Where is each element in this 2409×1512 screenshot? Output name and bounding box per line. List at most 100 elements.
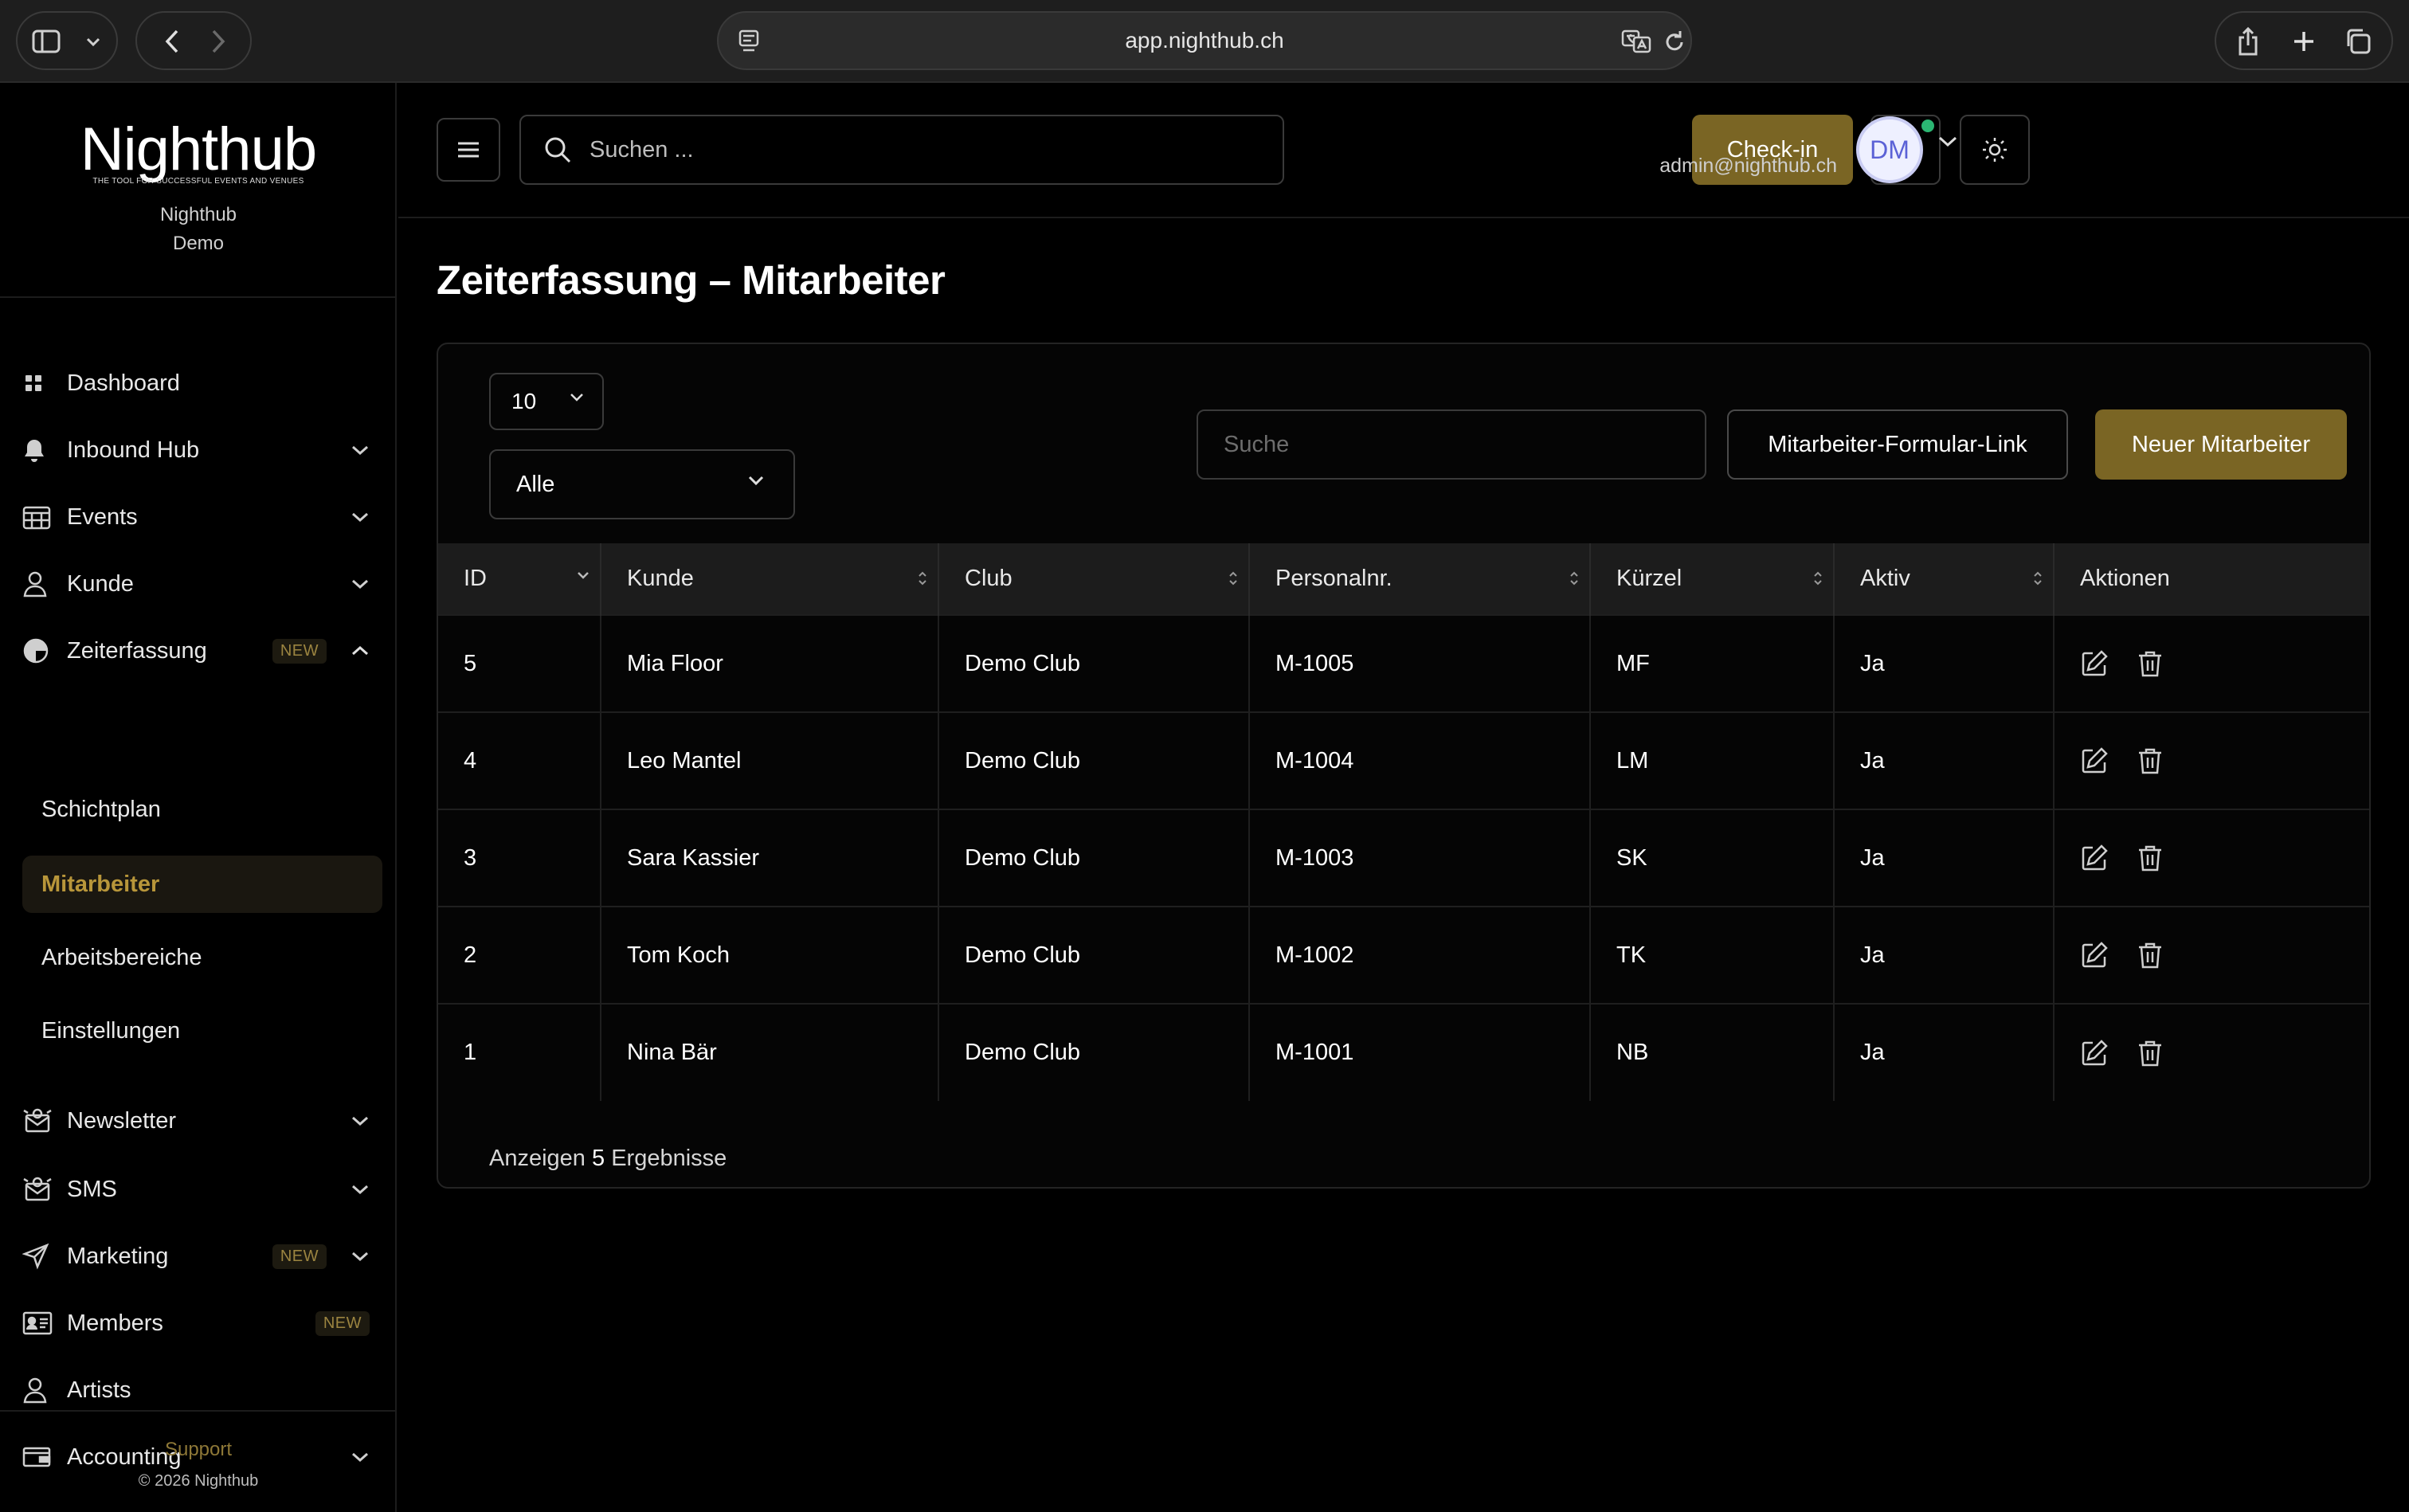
cell-id: 3	[438, 809, 601, 907]
sidebar-item-marketing[interactable]: Marketing NEW	[22, 1230, 382, 1283]
address-bar[interactable]: app.nighthub.ch	[717, 11, 1692, 70]
avatar[interactable]: DM	[1856, 116, 1923, 183]
column-header-personalnr[interactable]: Personalnr.	[1249, 543, 1591, 615]
new-employee-button[interactable]: Neuer Mitarbeiter	[2095, 409, 2347, 480]
reload-icon[interactable]	[1659, 25, 1690, 57]
chevron-down-icon[interactable]	[344, 434, 376, 466]
per-page-select[interactable]: 10	[489, 373, 604, 430]
sort-icon	[1812, 570, 1823, 586]
cell-kunde: Tom Koch	[601, 907, 939, 1004]
bell-icon	[22, 434, 67, 466]
column-header-id[interactable]: ID	[438, 543, 601, 615]
support-link[interactable]: Support	[0, 1439, 397, 1461]
sidebar-item-kunde[interactable]: Kunde	[22, 558, 382, 610]
sidebar-item-label: SMS	[67, 1176, 117, 1202]
back-arrow-icon[interactable]	[156, 25, 188, 57]
trash-icon[interactable]	[2137, 1039, 2163, 1067]
table-search-placeholder: Suche	[1224, 431, 1290, 457]
tab-overview-icon[interactable]	[2340, 24, 2376, 59]
chevron-down-icon[interactable]	[1937, 135, 1958, 148]
share-icon[interactable]	[2231, 24, 2266, 59]
sidebar-item-artists[interactable]: Artists	[22, 1364, 382, 1416]
global-search-input[interactable]: Suchen ...	[519, 115, 1284, 185]
forward-arrow-icon[interactable]	[202, 25, 234, 57]
chevron-down-icon[interactable]	[344, 1105, 376, 1137]
cell-kuerzel: SK	[1590, 809, 1835, 907]
filter-value: Alle	[516, 471, 555, 497]
sidebar-item-label: Dashboard	[67, 370, 180, 396]
chevron-down-icon[interactable]	[344, 568, 376, 600]
results-prefix: Anzeigen	[489, 1146, 586, 1171]
cell-club: Demo Club	[938, 809, 1250, 907]
new-badge: NEW	[272, 638, 327, 664]
grid-icon	[22, 367, 67, 399]
chevron-down-icon[interactable]	[344, 1173, 376, 1205]
sidebar-toggle-icon[interactable]	[30, 25, 62, 57]
cell-kunde: Mia Floor	[601, 615, 939, 712]
column-header-club[interactable]: Club	[938, 543, 1250, 615]
sidebar-item-events[interactable]: Events	[22, 491, 382, 543]
edit-icon[interactable]	[2080, 649, 2109, 678]
table-search-input[interactable]: Suche	[1197, 409, 1706, 480]
column-header-aktionen: Aktionen	[2080, 566, 2170, 591]
column-header-kunde[interactable]: Kunde	[601, 543, 939, 615]
results-number: 5	[592, 1146, 605, 1171]
edit-icon[interactable]	[2080, 1039, 2109, 1067]
sidebar-item-newsletter[interactable]: Newsletter	[22, 1095, 382, 1147]
edit-icon[interactable]	[2080, 844, 2109, 872]
table-row: 4 Leo Mantel Demo Club M-1004 LM Ja	[438, 712, 2369, 809]
translate-icon[interactable]	[1619, 25, 1654, 57]
sidebar-item-inbound-hub[interactable]: Inbound Hub	[22, 424, 382, 476]
table-header-row: ID Kunde Club Personalnr. Kürzel Aktiv A…	[438, 543, 2369, 615]
cell-aktiv: Ja	[1834, 615, 2055, 712]
results-count: Anzeigen 5 Ergebnisse	[489, 1146, 727, 1172]
sidebar-item-members[interactable]: Members NEW	[22, 1297, 382, 1349]
edit-icon[interactable]	[2080, 941, 2109, 969]
sidebar-item-zeiterfassung[interactable]: Zeiterfassung NEW	[22, 625, 382, 677]
cell-id: 5	[438, 615, 601, 712]
trash-icon[interactable]	[2137, 844, 2163, 872]
chevron-down-icon[interactable]	[344, 1240, 376, 1272]
trash-icon[interactable]	[2137, 746, 2163, 775]
sidebar-item-dashboard[interactable]: Dashboard	[22, 357, 382, 409]
cell-personalnr: M-1003	[1249, 809, 1591, 907]
column-header-aktiv[interactable]: Aktiv	[1834, 543, 2055, 615]
sidebar: Nighthub THE TOOL FOR SUCCESSFUL EVENTS …	[0, 83, 397, 1512]
results-suffix: Ergebnisse	[611, 1146, 727, 1171]
logo[interactable]: Nighthub	[0, 115, 397, 184]
sidebar-subitem-arbeitsbereiche[interactable]: Arbeitsbereiche	[22, 929, 382, 986]
column-header-kuerzel[interactable]: Kürzel	[1590, 543, 1835, 615]
cell-personalnr: M-1005	[1249, 615, 1591, 712]
url-text[interactable]: app.nighthub.ch	[719, 13, 1690, 69]
new-badge: NEW	[272, 1244, 327, 1269]
cell-kunde: Leo Mantel	[601, 712, 939, 809]
organization-subname: Demo	[172, 233, 225, 254]
menu-button[interactable]	[437, 118, 500, 182]
cell-aktiv: Ja	[1834, 1004, 2055, 1101]
status-filter-select[interactable]: Alle	[489, 449, 795, 519]
new-tab-icon[interactable]	[2286, 24, 2321, 59]
cell-kuerzel: NB	[1590, 1004, 1835, 1101]
notification-dot	[1920, 118, 1936, 134]
edit-icon[interactable]	[2080, 746, 2109, 775]
sidebar-subitem-schichtplan[interactable]: Schichtplan	[22, 781, 382, 838]
sidebar-item-label: Newsletter	[67, 1107, 176, 1134]
sidebar-toggle-group	[16, 11, 118, 70]
chevron-up-icon[interactable]	[344, 635, 376, 667]
cell-actions	[2054, 1004, 2369, 1101]
search-placeholder: Suchen ...	[590, 136, 694, 163]
trash-icon[interactable]	[2137, 941, 2163, 969]
chevron-down-icon[interactable]	[344, 501, 376, 533]
form-link-button[interactable]: Mitarbeiter-Formular-Link	[1727, 409, 2068, 480]
trash-icon[interactable]	[2137, 649, 2163, 678]
chevron-down-icon[interactable]	[81, 30, 105, 54]
clock-icon	[22, 635, 67, 667]
cell-id: 4	[438, 712, 601, 809]
sidebar-subitem-mitarbeiter[interactable]: Mitarbeiter	[22, 856, 382, 913]
cell-id: 1	[438, 1004, 601, 1101]
history-nav-group	[135, 11, 252, 70]
sidebar-subitem-einstellungen[interactable]: Einstellungen	[22, 1002, 382, 1060]
theme-toggle-button[interactable]	[1960, 115, 2030, 185]
sidebar-item-sms[interactable]: SMS	[22, 1163, 382, 1216]
user-email[interactable]: admin@nighthub.ch	[1259, 155, 1837, 178]
